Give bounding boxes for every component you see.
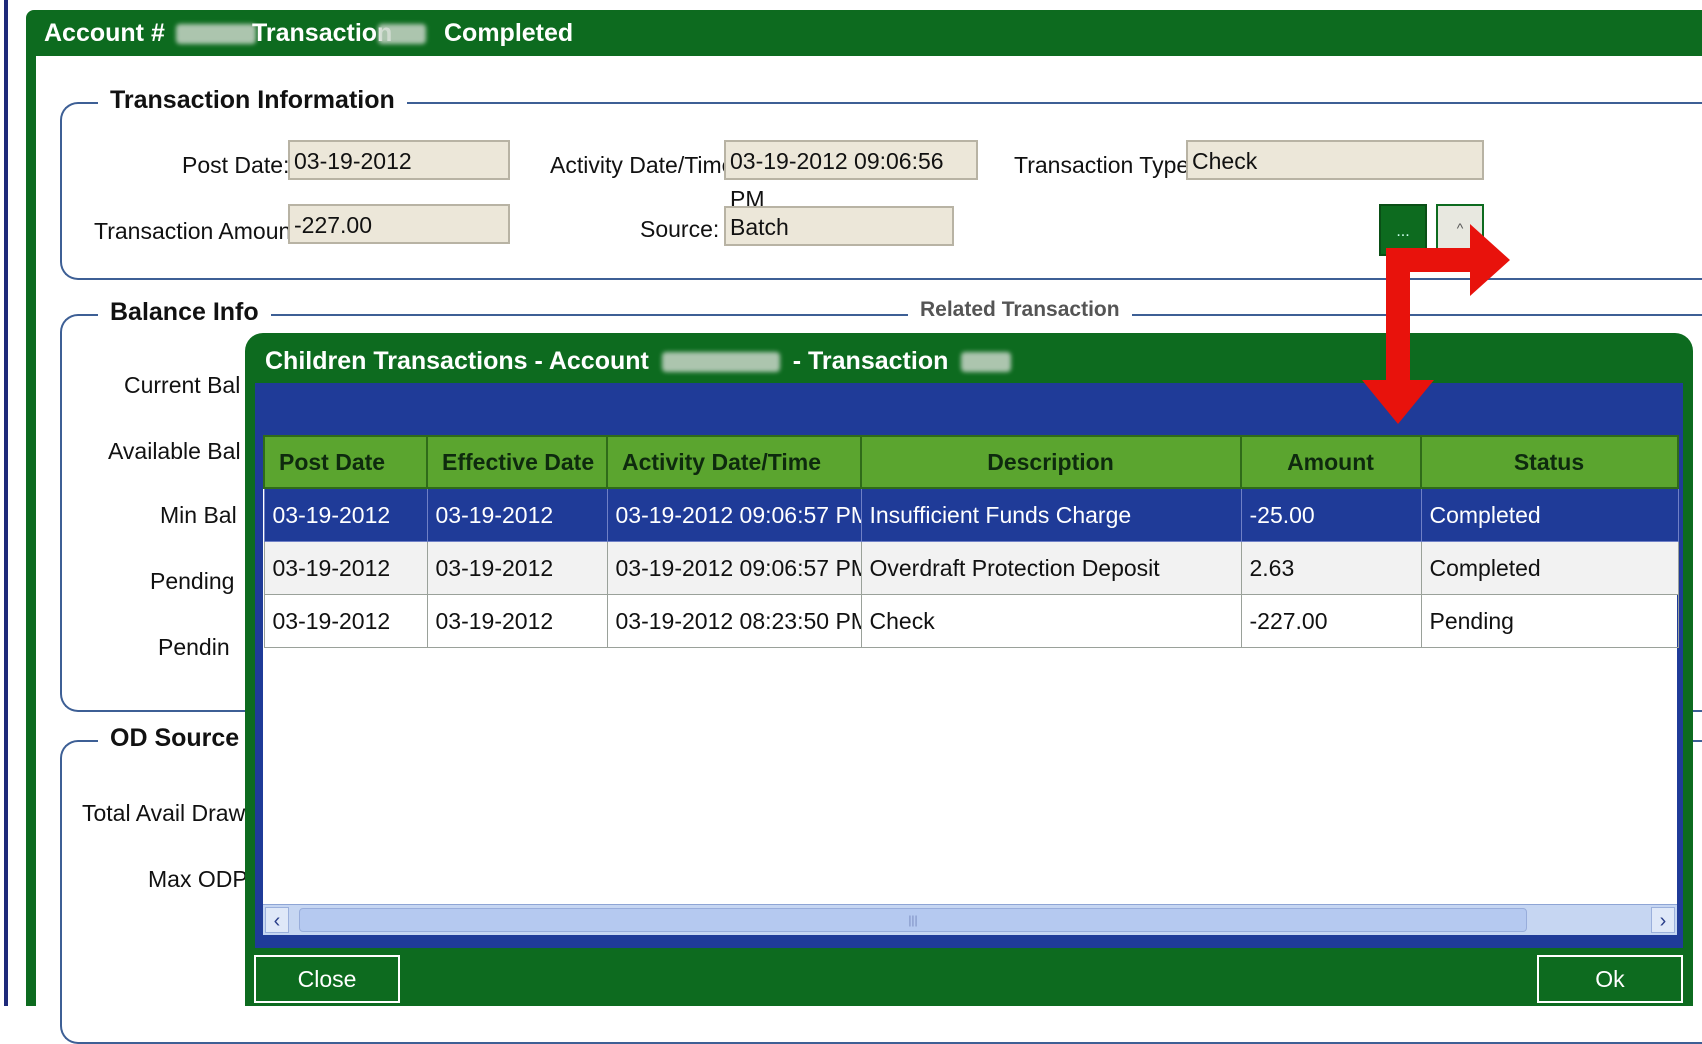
arrow-down-icon: [1362, 248, 1434, 424]
red-arrow-annotation: [1362, 224, 1510, 424]
